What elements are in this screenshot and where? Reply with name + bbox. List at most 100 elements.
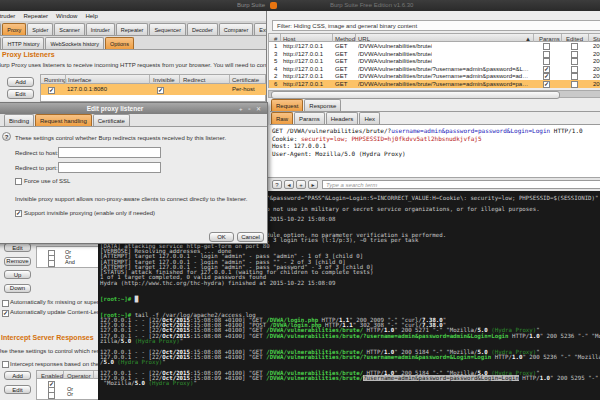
- tab-repeater[interactable]: Repeater: [116, 23, 149, 35]
- rule-enabled-checkbox[interactable]: [48, 260, 55, 267]
- subtab-http-history[interactable]: HTTP history: [2, 37, 44, 49]
- listener-row[interactable]: 127.0.0.1:8080 Per-host: [41, 84, 266, 95]
- running-checkbox[interactable]: [48, 87, 55, 94]
- tab-comparer[interactable]: Comparer: [219, 23, 253, 35]
- dialog-tab-binding[interactable]: Binding: [4, 114, 34, 126]
- history-row-1[interactable]: 1http://127.0.0.1GET/DVWA/vulnerabilitie…: [269, 42, 600, 50]
- tab-intruder[interactable]: Intruder: [86, 23, 115, 35]
- rsubtab-hex[interactable]: Hex: [359, 112, 380, 124]
- history-row-5[interactable]: 5http://127.0.0.1GET/DVWA/vulnerabilitie…: [269, 57, 600, 65]
- cancel-button[interactable]: Cancel: [237, 232, 264, 242]
- tab-decoder[interactable]: Decoder: [187, 23, 218, 35]
- search-btn-1[interactable]: ◂: [284, 180, 294, 189]
- intercept-responses-checkbox[interactable]: [2, 361, 9, 368]
- subtab-options[interactable]: Options: [105, 37, 134, 49]
- search-input[interactable]: Type a search term: [322, 180, 600, 189]
- subtab-websockets-history[interactable]: WebSockets history: [45, 37, 104, 49]
- cell-num: 5: [274, 58, 277, 64]
- horizontal-scrollbar[interactable]: [268, 90, 600, 98]
- cell-host: http://127.0.0.1: [283, 73, 323, 79]
- cell-params-checkbox: [543, 81, 550, 88]
- col-operator: Operator: [67, 373, 91, 379]
- edit-listener-button[interactable]: Edit: [7, 89, 34, 99]
- invisible-proxy-checkbox[interactable]: [15, 210, 22, 217]
- invisible-checkbox[interactable]: [157, 87, 164, 94]
- rtab-request[interactable]: Request: [271, 99, 303, 111]
- cell-method: GET: [335, 43, 347, 49]
- filter-bar[interactable]: Filter: Hiding CSS, image and general bi…: [272, 20, 600, 31]
- auto-update-checkbox[interactable]: [2, 310, 9, 317]
- rsubtab-headers[interactable]: Headers: [326, 112, 359, 124]
- history-row-3[interactable]: 3http://127.0.0.1GET/DVWA/vulnerabilitie…: [269, 50, 600, 58]
- cell-num: 1: [274, 43, 277, 49]
- server-rule-enabled-checkbox[interactable]: [48, 392, 55, 399]
- rule-operator: And: [65, 259, 75, 265]
- rsubtab-raw[interactable]: Raw: [271, 112, 293, 124]
- redirect-port-label: Redirect to port:: [15, 165, 58, 171]
- search-bar: Type a search term ?◂+▸: [268, 177, 600, 191]
- request-editor[interactable]: GET /DVWA/vulnerabilities/brute/?usernam…: [268, 125, 600, 177]
- force-ssl-label: Force use of SSL: [24, 178, 70, 184]
- dialog-tab-certificate[interactable]: Certificate: [93, 114, 130, 126]
- redirect-host-field[interactable]: [58, 147, 161, 158]
- tab-spider[interactable]: Spider: [27, 23, 53, 35]
- client-rules-remove-button[interactable]: Remove: [4, 257, 31, 266]
- history-row-2[interactable]: 2http://127.0.0.1GET/DVWA/vulnerabilitie…: [269, 72, 600, 80]
- client-rules-down-button[interactable]: Down: [4, 284, 31, 293]
- cell-edited-checkbox: [571, 81, 578, 88]
- auto-fix-checkbox[interactable]: [2, 300, 9, 307]
- tab-sequencer[interactable]: Sequencer: [149, 23, 186, 35]
- rsubtab-params[interactable]: Params: [294, 112, 325, 124]
- request-view-tabs: RawParamsHeadersHex: [270, 113, 600, 125]
- search-btn-3[interactable]: ▸: [308, 180, 318, 189]
- server-rules-add-button[interactable]: Add: [4, 371, 31, 380]
- dialog-window-controls[interactable]: + ▫ ✕: [239, 105, 263, 112]
- col-certificate: Certificate: [232, 77, 259, 83]
- cell-url: /DVWA/vulnerabilities/brute/?username=ad…: [358, 66, 530, 72]
- burp-app-icon: [270, 2, 277, 9]
- search-btn-2[interactable]: +: [296, 180, 306, 189]
- menu-intruder[interactable]: Intruder: [0, 13, 15, 19]
- dialog-tab-request-handling[interactable]: Request handling: [35, 114, 92, 126]
- client-rules-edit-button[interactable]: Edit: [4, 243, 31, 252]
- history-table-body: 1 http://127.0.0.1 GET/DVWA/vulnerabilitie…: [268, 42, 600, 88]
- subtab-intercept[interactable]: Intercept: [0, 37, 1, 49]
- force-ssl-checkbox[interactable]: [15, 178, 22, 185]
- interface-cell: 127.0.0.1:8080: [67, 86, 107, 92]
- tab-extender[interactable]: Extender: [254, 23, 266, 35]
- cell-status: 200: [593, 66, 600, 72]
- cell-url: /DVWA/vulnerabilities/brute/: [358, 51, 432, 57]
- listeners-table-header: Running Interface Invisible Redirect Cer…: [40, 74, 266, 84]
- tab-proxy[interactable]: Proxy: [2, 23, 26, 35]
- cell-num: 3: [274, 51, 277, 57]
- search-btn-0[interactable]: ?: [272, 180, 282, 189]
- rtab-response[interactable]: Response: [304, 99, 341, 111]
- request-line: Host: 127.0.0.1: [272, 142, 326, 149]
- cell-url: /DVWA/vulnerabilities/brute/: [358, 58, 432, 64]
- cell-status: 200: [593, 51, 600, 57]
- redirect-host-label: Redirect to host:: [15, 150, 59, 156]
- titlebar-right-title: Burp Suite Free Edition v1.6.30: [330, 2, 413, 8]
- add-listener-button[interactable]: Add: [7, 77, 34, 87]
- tab-scanner[interactable]: Scanner: [54, 23, 85, 35]
- request-line: GET /DVWA/vulnerabilities/brute/?usernam…: [272, 127, 583, 134]
- ok-button[interactable]: OK: [209, 232, 234, 242]
- help-button[interactable]: ?: [2, 132, 11, 141]
- history-row-4[interactable]: 4http://127.0.0.1GET/DVWA/vulnerabilitie…: [269, 65, 600, 73]
- menu-help[interactable]: Help: [85, 13, 97, 19]
- history-row-6[interactable]: 6http://127.0.0.1GET/DVWA/vulnerabilitie…: [269, 80, 600, 88]
- cell-url: /DVWA/vulnerabilities/brute/: [358, 43, 432, 49]
- tab-target[interactable]: Target: [0, 23, 1, 35]
- redirect-port-field[interactable]: [58, 162, 161, 173]
- dialog-titlebar[interactable]: Edit proxy listener: [0, 103, 267, 114]
- desktop: { "titlebar": { "left_title": "Burp Suit…: [0, 0, 600, 400]
- cell-status: 200: [593, 58, 600, 64]
- invisible-proxy-info: Invisible proxy support allows non-proxy…: [15, 196, 247, 202]
- scrollbar-thumb[interactable]: [271, 91, 560, 99]
- client-rules-up-button[interactable]: Up: [4, 270, 31, 279]
- server-rules-edit-button[interactable]: Edit: [4, 385, 31, 394]
- col-redirect: Redirect: [183, 77, 205, 83]
- menu-window[interactable]: Window: [56, 13, 77, 19]
- menu-repeater[interactable]: Repeater: [23, 13, 48, 19]
- server-rule-operator: Or: [67, 391, 73, 397]
